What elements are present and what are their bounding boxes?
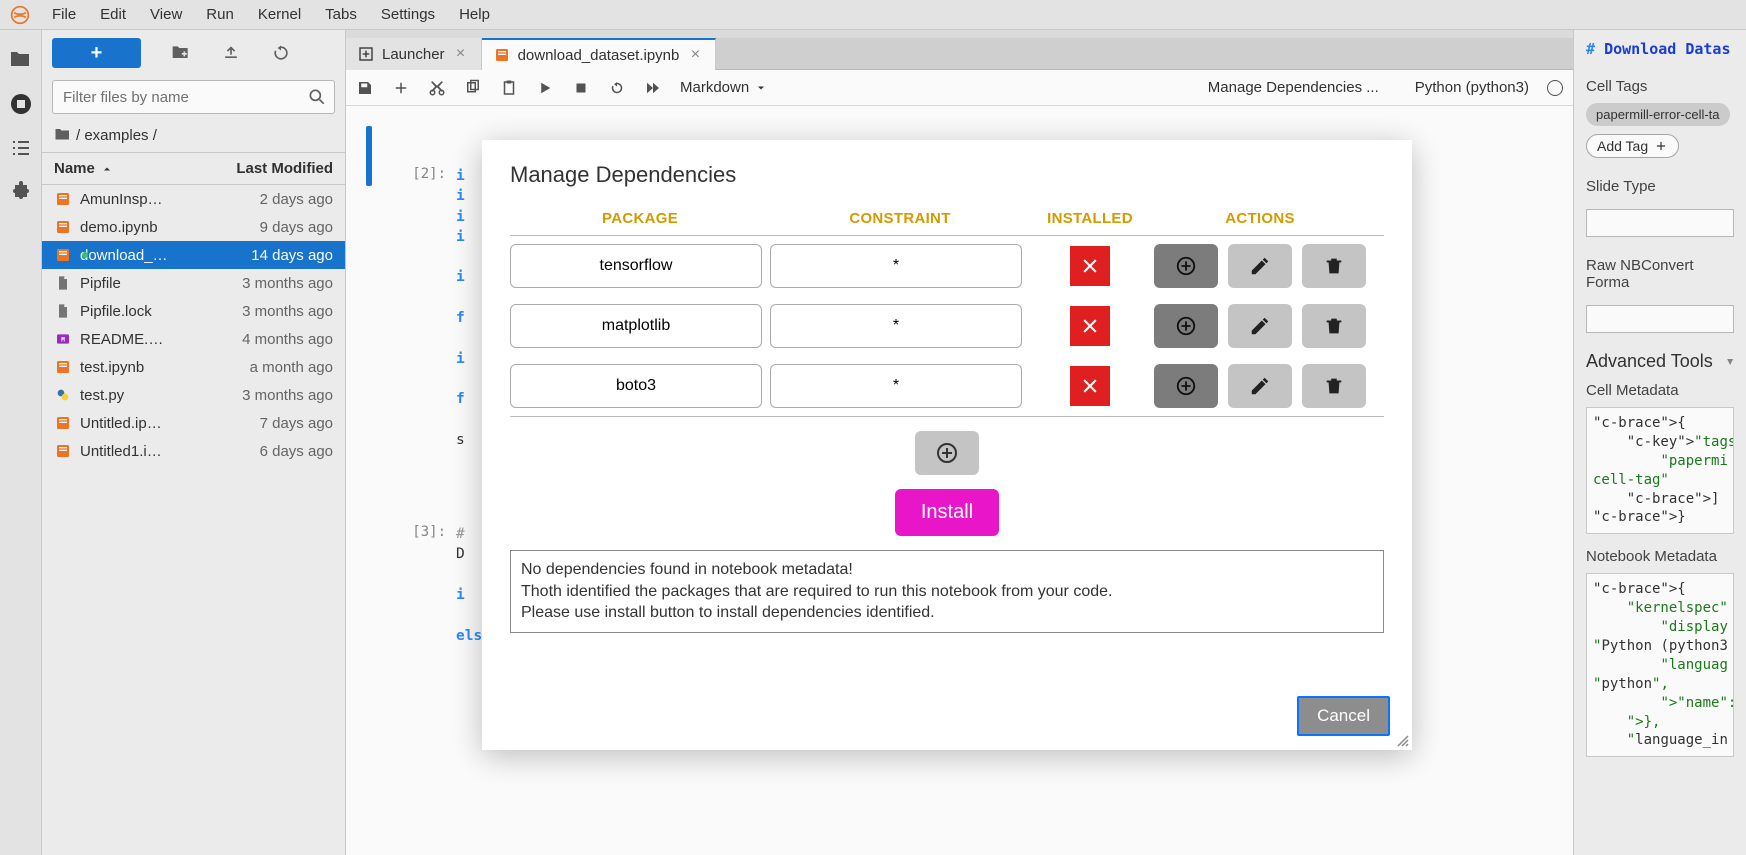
install-button[interactable]: Install [895,489,999,536]
constraint-input[interactable] [770,364,1022,408]
edit-package-button[interactable] [1228,364,1292,408]
not-installed-icon [1070,246,1110,286]
package-input[interactable] [510,364,762,408]
not-installed-icon [1070,366,1110,406]
constraint-input[interactable] [770,304,1022,348]
package-input[interactable] [510,304,762,348]
manage-dependencies-dialog: Manage Dependencies PACKAGE CONSTRAINT I… [482,140,1412,750]
delete-package-button[interactable] [1302,244,1366,288]
dependency-row [510,296,1384,356]
edit-package-button[interactable] [1228,244,1292,288]
add-constraint-button[interactable] [1154,304,1218,348]
not-installed-icon [1070,306,1110,346]
delete-package-button[interactable] [1302,304,1366,348]
dialog-message: No dependencies found in notebook metada… [510,550,1384,633]
add-constraint-button[interactable] [1154,244,1218,288]
col-actions: ACTIONS [1150,210,1370,227]
dialog-title: Manage Dependencies [482,140,1412,198]
edit-package-button[interactable] [1228,304,1292,348]
package-input[interactable] [510,244,762,288]
resize-handle-icon[interactable] [1396,734,1410,748]
constraint-input[interactable] [770,244,1022,288]
add-package-button[interactable] [915,431,979,475]
add-constraint-button[interactable] [1154,364,1218,408]
cancel-button[interactable]: Cancel [1297,696,1390,736]
modal-backdrop: Manage Dependencies PACKAGE CONSTRAINT I… [0,0,1746,855]
dependency-row [510,356,1384,416]
delete-package-button[interactable] [1302,364,1366,408]
dependency-row [510,236,1384,296]
col-constraint: CONSTRAINT [770,210,1030,227]
col-package: PACKAGE [510,210,770,227]
col-installed: INSTALLED [1030,210,1150,227]
